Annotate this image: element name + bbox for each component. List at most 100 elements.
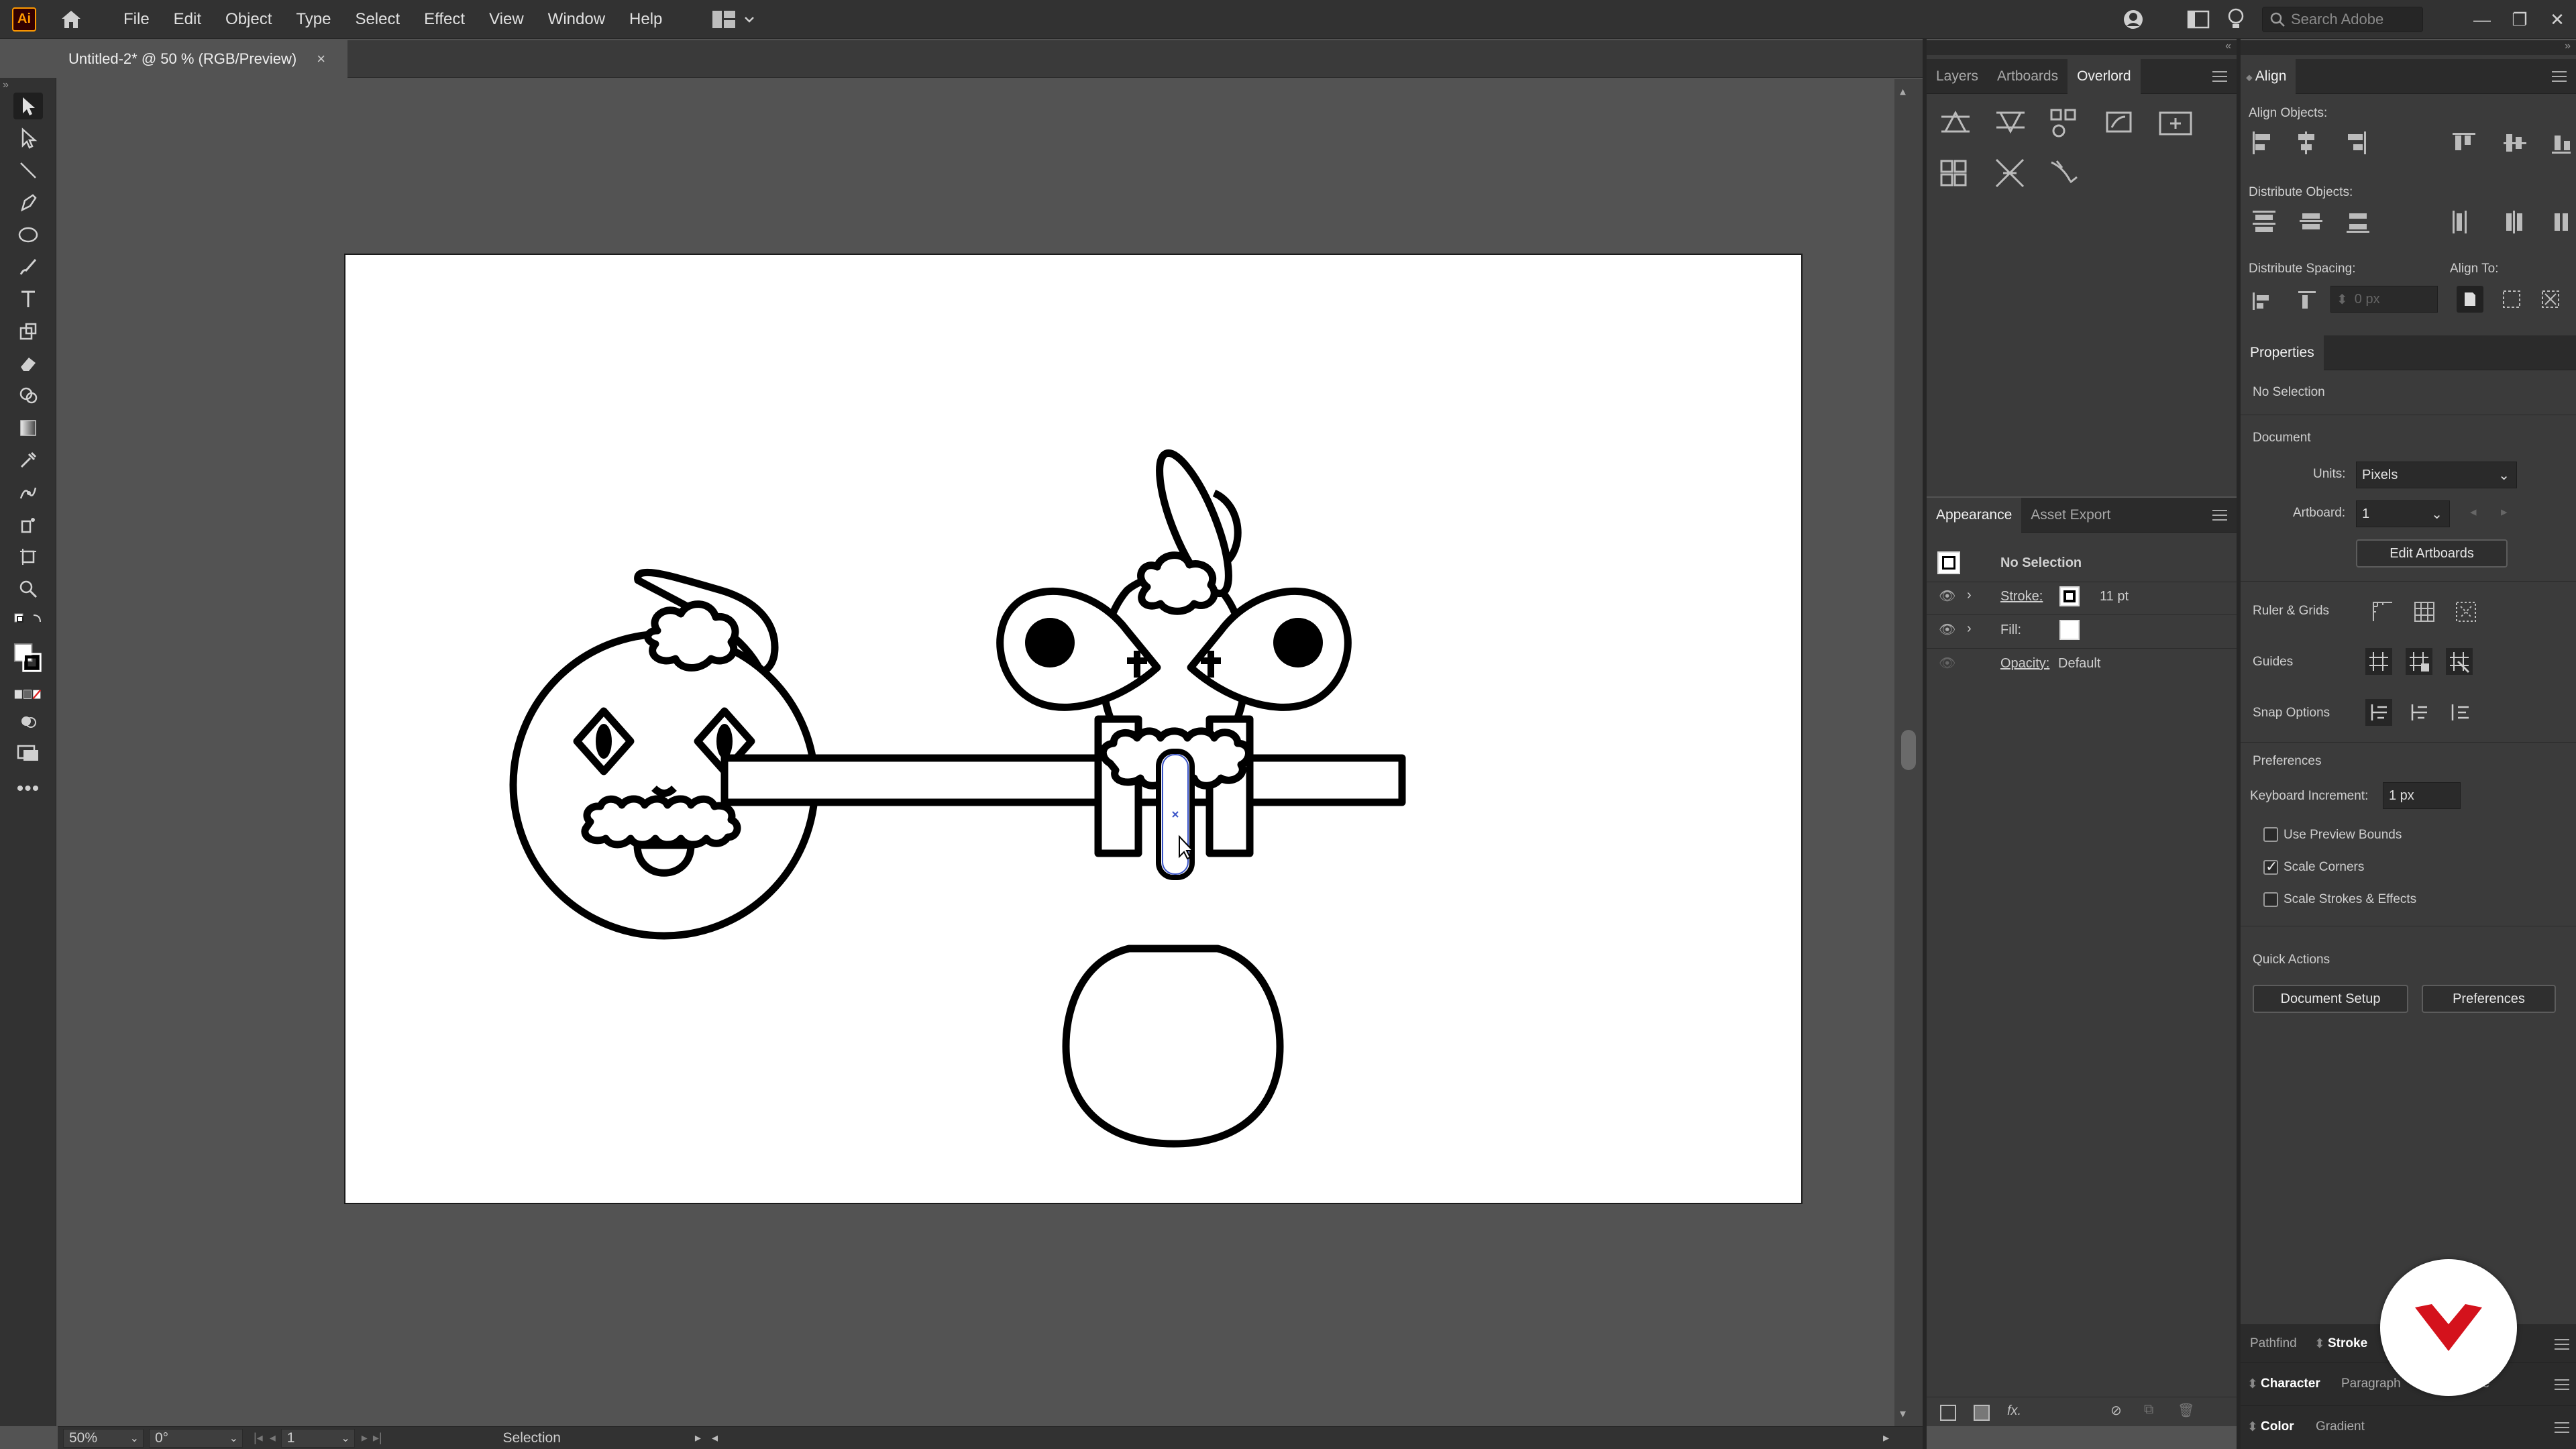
symbol-sprayer-tool-icon[interactable]: [13, 511, 43, 538]
scroll-left-icon[interactable]: ◂: [712, 1431, 718, 1445]
panel-menu-icon[interactable]: [2555, 1339, 2569, 1350]
tab-appearance[interactable]: Appearance: [1927, 497, 2022, 533]
document-tab[interactable]: Untitled-2* @ 50 % (RGB/Preview) ×: [59, 40, 347, 78]
ruler-grid-buttons[interactable]: [2369, 598, 2477, 625]
artboard-number-field[interactable]: 1 ⌄: [280, 1428, 355, 1448]
scale-corners-checkbox[interactable]: [2263, 858, 2278, 875]
duplicate-item-icon[interactable]: ⧉: [2144, 1402, 2153, 1417]
paintbrush-tool-icon[interactable]: [13, 254, 43, 280]
scale-tool-icon[interactable]: [13, 318, 43, 345]
workspace-switcher[interactable]: [712, 10, 755, 29]
document-setup-button[interactable]: Document Setup: [2253, 985, 2408, 1013]
panel-menu-icon[interactable]: [2552, 71, 2567, 82]
distribute-spacing-buttons[interactable]: [2249, 287, 2316, 314]
minimize-button[interactable]: —: [2463, 9, 2501, 30]
previous-artboard-icon[interactable]: ◂: [270, 1431, 276, 1445]
scroll-up-icon[interactable]: ▴: [1900, 85, 1906, 99]
distribute-object-buttons[interactable]: [2249, 205, 2571, 239]
expand-arrow-icon[interactable]: ›: [1967, 588, 1972, 603]
next-artboard-icon[interactable]: ▸: [2501, 504, 2508, 520]
last-artboard-icon[interactable]: ▸|: [373, 1431, 382, 1445]
fill-stroke-swatches[interactable]: [13, 639, 43, 679]
menu-object[interactable]: Object: [213, 0, 284, 39]
tab-gradient[interactable]: Gradient: [2316, 1419, 2365, 1434]
zoom-level-field[interactable]: 50% ⌄: [63, 1428, 144, 1448]
opacity-label[interactable]: Opacity:: [2000, 656, 2049, 672]
units-dropdown[interactable]: Pixels ⌄: [2356, 462, 2517, 488]
visibility-eye-icon[interactable]: 👁: [1939, 621, 1955, 638]
scroll-right-icon[interactable]: ▸: [1883, 1431, 1889, 1445]
clear-appearance-icon[interactable]: ⊘: [2110, 1402, 2122, 1419]
add-new-fill-icon[interactable]: [1974, 1405, 1990, 1421]
zoom-tool-icon[interactable]: [13, 576, 43, 602]
tab-character[interactable]: Character: [2261, 1377, 2320, 1391]
overlord-tool-icons[interactable]: [1936, 107, 2231, 195]
menu-edit[interactable]: Edit: [162, 0, 213, 39]
user-account-icon[interactable]: [2120, 6, 2147, 33]
artboard-dropdown[interactable]: 1 ⌄: [2356, 500, 2450, 527]
puppet-warp-tool-icon[interactable]: [13, 479, 43, 506]
panel-menu-icon[interactable]: [2555, 1422, 2569, 1433]
menu-file[interactable]: File: [111, 0, 162, 39]
stroke-label[interactable]: Stroke:: [2000, 589, 2043, 604]
visibility-eye-icon[interactable]: 👁: [1939, 655, 1955, 672]
menu-type[interactable]: Type: [284, 0, 343, 39]
tab-stroke[interactable]: Stroke: [2328, 1336, 2367, 1351]
discover-lightbulb-icon[interactable]: [2226, 7, 2246, 32]
canvas-area[interactable]: [58, 79, 1923, 1428]
dock-collapse-icon[interactable]: »: [2241, 40, 2576, 55]
vertical-scrollbar[interactable]: ▴ ▾: [1894, 79, 1923, 1426]
artboard[interactable]: [344, 254, 1803, 1204]
first-artboard-icon[interactable]: |◂: [254, 1431, 263, 1445]
stroke-swatch[interactable]: [2059, 586, 2080, 606]
align-object-buttons[interactable]: [2249, 127, 2571, 161]
selection-tool-icon[interactable]: [13, 93, 43, 119]
align-to-key-object-icon[interactable]: [2540, 288, 2561, 313]
drawing-modes-icon[interactable]: [13, 708, 43, 735]
close-window-button[interactable]: ✕: [2538, 9, 2576, 30]
edit-artboards-button[interactable]: Edit Artboards: [2356, 539, 2508, 568]
visibility-eye-icon[interactable]: 👁: [1939, 588, 1955, 604]
status-menu-icon[interactable]: ▸: [695, 1431, 701, 1445]
use-preview-bounds-checkbox[interactable]: [2263, 827, 2278, 842]
gradient-tool-icon[interactable]: [13, 415, 43, 441]
fill-label[interactable]: Fill:: [2000, 623, 2021, 638]
previous-artboard-icon[interactable]: ◂: [2470, 504, 2477, 520]
dock-collapse-icon[interactable]: «: [1927, 40, 2237, 55]
line-segment-tool-icon[interactable]: [13, 157, 43, 184]
scroll-down-icon[interactable]: ▾: [1900, 1407, 1906, 1421]
direct-selection-tool-icon[interactable]: [13, 125, 43, 152]
rotation-field[interactable]: 0° ⌄: [149, 1428, 243, 1448]
menu-effect[interactable]: Effect: [412, 0, 477, 39]
expand-arrow-icon[interactable]: ›: [1967, 621, 1972, 637]
tab-pathfinder[interactable]: Pathfind: [2250, 1336, 2297, 1351]
arrange-documents-icon[interactable]: [2187, 9, 2210, 30]
shape-builder-tool-icon[interactable]: [13, 382, 43, 409]
spacing-value-input[interactable]: ⬍ 0 px: [2330, 286, 2438, 313]
tab-overlord[interactable]: Overlord: [2068, 58, 2141, 94]
fill-swatch[interactable]: [2059, 620, 2080, 640]
add-new-stroke-icon[interactable]: [1940, 1405, 1956, 1421]
tab-asset-export[interactable]: Asset Export: [2021, 498, 2120, 533]
artboard-tool-icon[interactable]: [13, 543, 43, 570]
close-tab-icon[interactable]: ×: [317, 50, 325, 68]
fill-stroke-swap-icon[interactable]: [13, 609, 43, 636]
menu-view[interactable]: View: [477, 0, 536, 39]
menu-window[interactable]: Window: [536, 0, 617, 39]
snap-options-buttons[interactable]: [2364, 698, 2478, 729]
home-icon[interactable]: [58, 6, 85, 33]
screen-mode-icon[interactable]: [13, 739, 43, 766]
tab-layers[interactable]: Layers: [1927, 59, 1988, 94]
type-tool-icon[interactable]: [13, 286, 43, 313]
ellipse-tool-icon[interactable]: [13, 221, 43, 248]
align-to-selection-icon[interactable]: [2501, 288, 2522, 313]
menu-help[interactable]: Help: [617, 0, 674, 39]
tab-color[interactable]: Color: [2261, 1419, 2294, 1434]
guides-buttons[interactable]: [2364, 647, 2478, 678]
search-field[interactable]: Search Adobe: [2262, 7, 2423, 32]
tab-artboards[interactable]: Artboards: [1988, 59, 2068, 94]
pen-tool-icon[interactable]: [13, 189, 43, 216]
preferences-button[interactable]: Preferences: [2422, 985, 2556, 1013]
more-tools-icon[interactable]: •••: [13, 775, 43, 802]
next-artboard-icon[interactable]: ▸: [362, 1431, 368, 1445]
